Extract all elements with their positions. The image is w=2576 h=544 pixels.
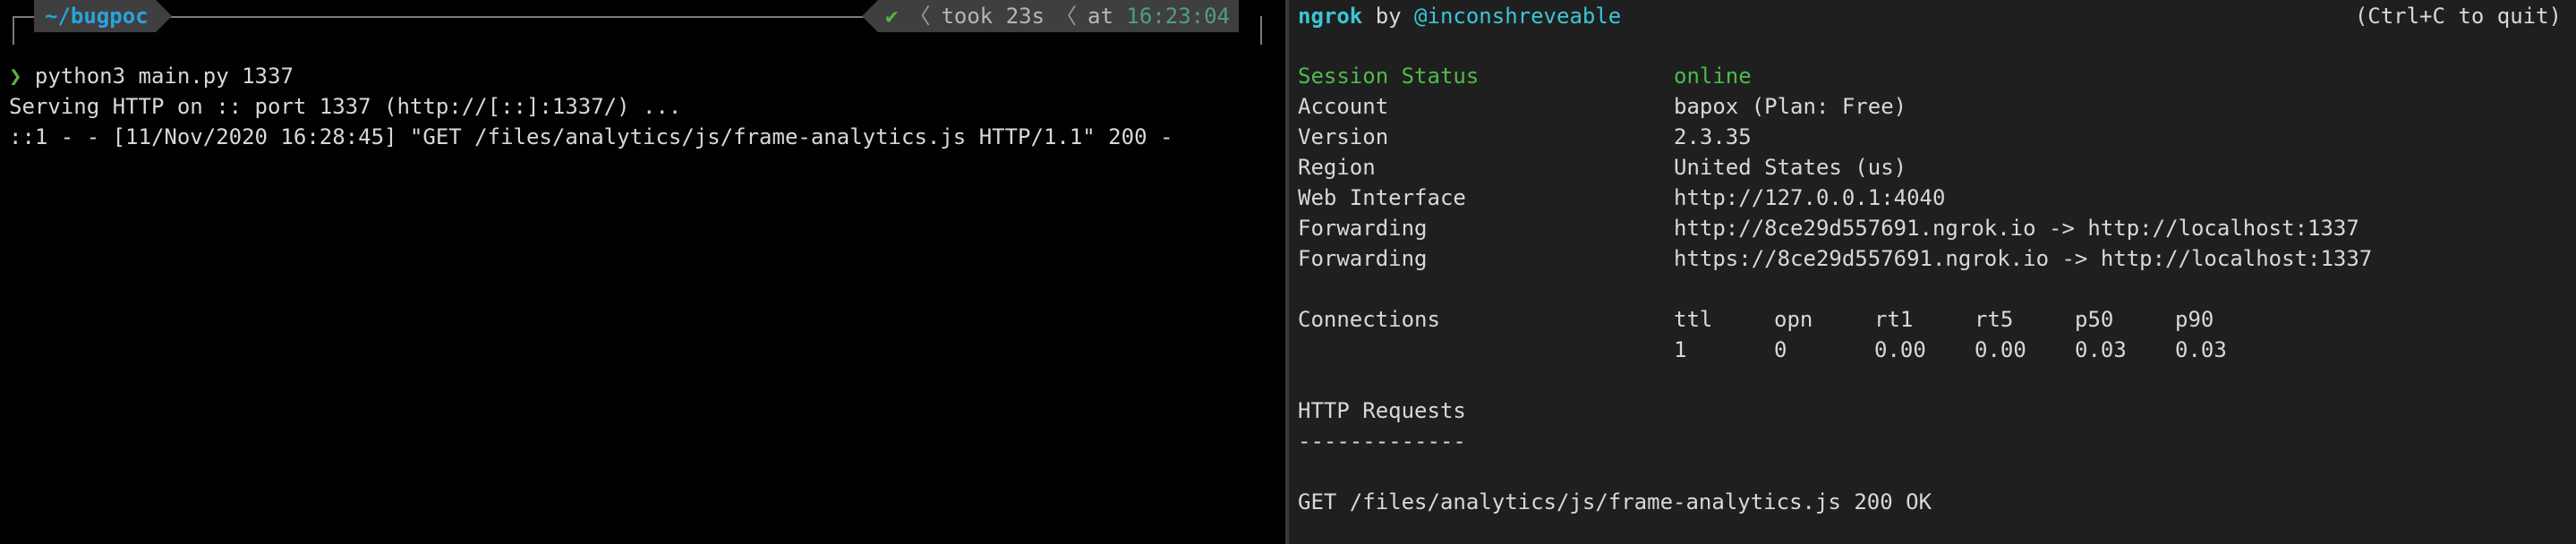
connections-header: ttl bbox=[1674, 307, 1713, 332]
quit-hint: (Ctrl+C to quit) bbox=[2354, 4, 2562, 29]
http-request-entry: GET /files/analytics/js/frame-analytics.… bbox=[1298, 489, 1932, 514]
connections-value: 0.00 bbox=[1874, 337, 1926, 362]
connections-header: p50 bbox=[2075, 307, 2114, 332]
connections-header: opn bbox=[1774, 307, 1813, 332]
ngrok-header: ngrok by @inconshreveable (Ctrl+C to qui… bbox=[1298, 0, 2562, 32]
terminal-line: Serving HTTP on :: port 1337 (http://[::… bbox=[9, 91, 1173, 122]
prompt-separator-icon: 〈 bbox=[908, 4, 931, 29]
left-terminal-pane[interactable]: ~/bugpoc ✔ 〈 took 23s 〈 at 16:23:04 ❯ py… bbox=[0, 0, 1285, 544]
chevron-right-icon: ❯ bbox=[9, 64, 22, 89]
info-label: Region bbox=[1298, 155, 1376, 180]
connections-values-row: 1 0 0.00 0.00 0.03 0.03 bbox=[1298, 335, 2282, 365]
prompt-time: 16:23:04 bbox=[1126, 4, 1230, 29]
info-label: Forwarding bbox=[1298, 216, 1428, 241]
info-row-forwarding-https: Forwarding https://8ce29d557691.ngrok.io… bbox=[1298, 243, 2372, 274]
connections-value: 0 bbox=[1774, 337, 1787, 362]
web-interface-link[interactable]: http://127.0.0.1:4040 bbox=[1674, 183, 1945, 213]
session-status-row: Session Status online bbox=[1298, 61, 1752, 91]
prompt-directory-segment: ~/bugpoc bbox=[34, 0, 172, 32]
ngrok-by: by bbox=[1362, 4, 1415, 29]
http-requests-title: HTTP Requests bbox=[1298, 398, 1466, 423]
prompt-segment-arrow bbox=[155, 0, 172, 32]
info-label: Web Interface bbox=[1298, 185, 1466, 210]
terminal-line: ❯ python3 main.py 1337 bbox=[9, 61, 1173, 91]
info-label: Account bbox=[1298, 94, 1389, 119]
prompt-dir-prefix: ~/ bbox=[45, 4, 71, 29]
connections-value: 1 bbox=[1674, 337, 1687, 362]
prompt-segment-arrow-left bbox=[862, 0, 878, 32]
info-row-account: Account bapox (Plan: Free) bbox=[1298, 91, 1906, 122]
prompt-at: at bbox=[1088, 4, 1113, 29]
info-value: bapox (Plan: Free) bbox=[1674, 94, 1907, 119]
session-status-value: online bbox=[1674, 64, 1752, 89]
terminal-line: ::1 - - [11/Nov/2020 16:28:45] "GET /fil… bbox=[9, 122, 1173, 152]
info-row-version: Version 2.3.35 bbox=[1298, 122, 1752, 152]
info-label: Forwarding bbox=[1298, 246, 1428, 271]
connections-value: 0.03 bbox=[2175, 337, 2227, 362]
terminal-line-text: ::1 - - [11/Nov/2020 16:28:45] "GET /fil… bbox=[9, 124, 1173, 149]
connections-label: Connections bbox=[1298, 307, 1440, 332]
connections-header: p90 bbox=[2175, 307, 2214, 332]
info-value: 2.3.35 bbox=[1674, 124, 1752, 149]
prompt-frame-tick-right bbox=[1260, 16, 1262, 45]
check-icon: ✔ bbox=[885, 4, 899, 29]
info-row-web-interface: Web Interface http://127.0.0.1:4040 bbox=[1298, 183, 1945, 213]
info-value: United States (us) bbox=[1674, 155, 1907, 180]
prompt-frame-tick-left bbox=[13, 16, 14, 45]
shell-prompt-bar: ~/bugpoc ✔ 〈 took 23s 〈 at 16:23:04 bbox=[0, 0, 1262, 45]
connections-header: rt5 bbox=[1975, 307, 2014, 332]
connections-value: 0.03 bbox=[2075, 337, 2127, 362]
connections-value: 0.00 bbox=[1975, 337, 2026, 362]
http-requests-underline: ------------- bbox=[1298, 429, 1466, 454]
prompt-took: took 23s bbox=[941, 4, 1045, 29]
terminal-line-text: Serving HTTP on :: port 1337 (http://[::… bbox=[9, 94, 682, 119]
ngrok-app-name: ngrok bbox=[1298, 4, 1363, 29]
ngrok-terminal-pane[interactable]: ngrok by @inconshreveable (Ctrl+C to qui… bbox=[1289, 0, 2576, 544]
terminal-line-text: python3 main.py 1337 bbox=[21, 64, 294, 89]
prompt-status-segment: ✔ 〈 took 23s 〈 at 16:23:04 bbox=[862, 0, 1239, 32]
ngrok-author: @inconshreveable bbox=[1414, 4, 1622, 29]
connections-header-row: Connections ttl opn rt1 rt5 p50 p90 bbox=[1298, 304, 2282, 335]
info-row-region: Region United States (us) bbox=[1298, 152, 1906, 183]
forwarding-https-value[interactable]: https://8ce29d557691.ngrok.io -> http://… bbox=[1674, 243, 2372, 274]
prompt-separator-icon: 〈 bbox=[1055, 4, 1078, 29]
prompt-dir-name: bugpoc bbox=[70, 4, 149, 29]
forwarding-http-value[interactable]: http://8ce29d557691.ngrok.io -> http://l… bbox=[1674, 213, 2359, 243]
session-status-label: Session Status bbox=[1298, 64, 1480, 89]
terminal-output: ❯ python3 main.py 1337 Serving HTTP on :… bbox=[9, 61, 1173, 152]
info-label: Version bbox=[1298, 124, 1389, 149]
connections-header: rt1 bbox=[1874, 307, 1914, 332]
info-row-forwarding-http: Forwarding http://8ce29d557691.ngrok.io … bbox=[1298, 213, 2359, 243]
